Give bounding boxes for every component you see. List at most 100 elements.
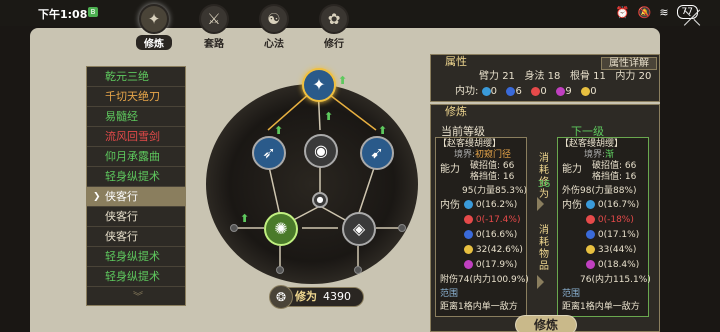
skill-node-dot[interactable]	[398, 224, 406, 232]
inner-row: 33(44%)	[586, 245, 636, 256]
mute-icon: 🔕	[637, 5, 652, 19]
status-time: 下午1:08	[38, 8, 88, 21]
cost-items-label: 消耗物品	[539, 225, 549, 272]
skill-name: 乾元三绝	[105, 70, 149, 83]
wifi-icon: ≋	[659, 5, 669, 19]
train-button[interactable]: 修炼	[515, 315, 577, 332]
inner-label: 内伤	[562, 200, 582, 211]
break-value: 66	[624, 161, 637, 171]
inner-label: 内伤	[440, 200, 460, 211]
skill-node-left[interactable]: ➶	[252, 136, 286, 170]
inner-value: 0(-17.4%)	[475, 215, 521, 225]
cultivation-value: 4390	[323, 290, 351, 303]
skill-item[interactable]: 易髓经	[87, 107, 185, 127]
skill-item[interactable]: 轻身纵提术	[87, 247, 185, 267]
tab-label: 修炼	[136, 35, 172, 50]
inner-row: 0(16.2%)	[464, 200, 517, 211]
skill-name: 易髓经	[105, 110, 138, 123]
skill-item-selected[interactable]: ❯ 侠客行	[87, 187, 185, 207]
skill-node-lower-left[interactable]: ✺	[264, 212, 298, 246]
upgrade-arrow-icon: ⬆	[240, 212, 250, 225]
inner-value: 32(42.6%)	[475, 245, 523, 255]
neigong-orb-icon	[506, 86, 516, 96]
skill-name: 流风回雪剑	[105, 130, 160, 143]
skill-node-dot[interactable]	[276, 266, 284, 274]
inner-value: 0(16.6%)	[475, 230, 518, 240]
parry-value: 16	[624, 172, 637, 182]
arrow-right-icon	[537, 275, 551, 289]
inner-row: 0(18.4%)	[586, 260, 639, 271]
skill-item[interactable]: 仰月承露曲	[87, 147, 185, 167]
training-panel: 修炼 当前等级 下一级 【赵客缦胡缨】 境界:初窥门径 能力 破招值: 66 格…	[430, 104, 660, 332]
skill-tree-lines	[234, 85, 402, 268]
skill-list: 乾元三绝 千切天绝刀 易髓经 流风回雪剑 仰月承露曲 轻身纵提术 ❯ 侠客行 侠客…	[86, 66, 186, 306]
stat-value: 11	[593, 71, 606, 82]
skill-item[interactable]: 轻身纵提术	[87, 267, 185, 287]
external-damage: 外伤98(力量88%)	[562, 186, 637, 196]
tab-xiulian[interactable]: ✦ 修炼	[136, 4, 172, 50]
skill-node-right[interactable]: ➹	[360, 136, 394, 170]
range-label: 范围	[562, 289, 581, 299]
range-value: 距离1格内单一敌方	[562, 302, 640, 312]
tab-label: 心法	[264, 39, 284, 50]
stat-name: 身法	[524, 71, 545, 82]
stat-value: 18	[547, 71, 561, 82]
stat-value: 21	[502, 71, 515, 82]
tab-xiuxing[interactable]: ✿ 修行	[316, 4, 352, 50]
skill-item[interactable]: 流风回雪剑	[87, 127, 185, 147]
skill-node-center[interactable]: ◉	[304, 134, 338, 168]
neigong-value: 0	[490, 86, 497, 97]
element-orb-icon	[586, 245, 595, 254]
app-badge-icon: B	[88, 7, 98, 17]
skill-item[interactable]: 轻身纵提术	[87, 167, 185, 187]
inner-value: 33(44%)	[597, 245, 637, 255]
skill-node-small[interactable]: ●	[312, 192, 328, 208]
tab-taolu[interactable]: ⚔ 套路	[196, 4, 232, 50]
realm-label: 境界:	[454, 150, 476, 160]
break-row: 破招值: 66	[592, 161, 636, 172]
cost-cultivation-label: 消耗修为	[539, 153, 549, 200]
skill-name: 侠客行	[105, 230, 138, 243]
chevron-down-icon[interactable]: ︾	[133, 288, 143, 303]
move-name: 【赵客缦胡缨】	[560, 139, 624, 149]
stat-name: 臂力	[479, 71, 499, 82]
inner-value: 0(18.4%)	[597, 260, 640, 270]
skill-item[interactable]: 千切天绝刀	[87, 87, 185, 107]
skill-name: 侠客行	[105, 210, 138, 223]
neigong-row: 内功: 0 6 0 9 0	[431, 84, 659, 99]
skill-item[interactable]: 侠客行	[87, 207, 185, 227]
current-level-card: 【赵客缦胡缨】 境界:初窥门径 能力 破招值: 66 格挡值: 16 95(力量…	[435, 137, 529, 317]
upgrade-arrow-icon: ⬆	[378, 124, 388, 137]
range-value: 距离1格内单一敌方	[440, 302, 518, 312]
element-orb-icon	[464, 200, 473, 209]
skill-item[interactable]: 乾元三绝	[87, 67, 185, 87]
alarm-icon: ⏰	[615, 5, 630, 19]
attribute-detail-button[interactable]: 属性详解	[601, 57, 657, 70]
status-bar: 下午1:08 B ⏰ 🔕 ≋ 77	[0, 0, 720, 26]
attributes-panel: 属性 属性详解 臂力 21 身法 18 根骨 11 内力 20 内功: 0 6 …	[430, 54, 660, 102]
element-orb-icon	[464, 215, 473, 224]
skill-item[interactable]: 侠客行	[87, 227, 185, 247]
skill-node-lower-right[interactable]: ◈	[342, 212, 376, 246]
skill-tree: ✦ ➶ ◉ ➹ ● ✺ ◈ ⬆ ⬆ ⬆ ⬆ ⬆	[206, 66, 420, 316]
close-icon[interactable]: ⤫	[672, 6, 712, 34]
skill-name: 轻身纵提术	[105, 250, 160, 263]
stat-value: 20	[638, 71, 652, 82]
break-row: 破招值: 66	[470, 161, 514, 172]
skill-node-root[interactable]: ✦	[302, 68, 336, 102]
skill-name: 轻身纵提术	[105, 170, 160, 183]
tab-icon: ✦	[139, 4, 169, 34]
skill-node-dot[interactable]	[230, 224, 238, 232]
move-name: 【赵客缦胡缨】	[438, 139, 502, 149]
neigong-orb-icon	[531, 86, 541, 96]
stat-name: 根骨	[569, 71, 590, 82]
inner-row: 32(42.6%)	[464, 245, 523, 256]
neigong-value: 9	[565, 86, 572, 97]
tab-xinfa[interactable]: ☯ 心法	[256, 4, 292, 50]
skill-node-dot[interactable]	[354, 266, 362, 274]
cost-cultivation-value: 36	[537, 179, 551, 190]
external-damage: 95(力量85.3%)	[462, 186, 528, 196]
neigong-orb-icon	[481, 86, 491, 96]
tab-icon: ⚔	[199, 4, 229, 34]
tab-bar: ✦ 修炼 ⚔ 套路 ☯ 心法 ✿ 修行	[136, 4, 352, 50]
